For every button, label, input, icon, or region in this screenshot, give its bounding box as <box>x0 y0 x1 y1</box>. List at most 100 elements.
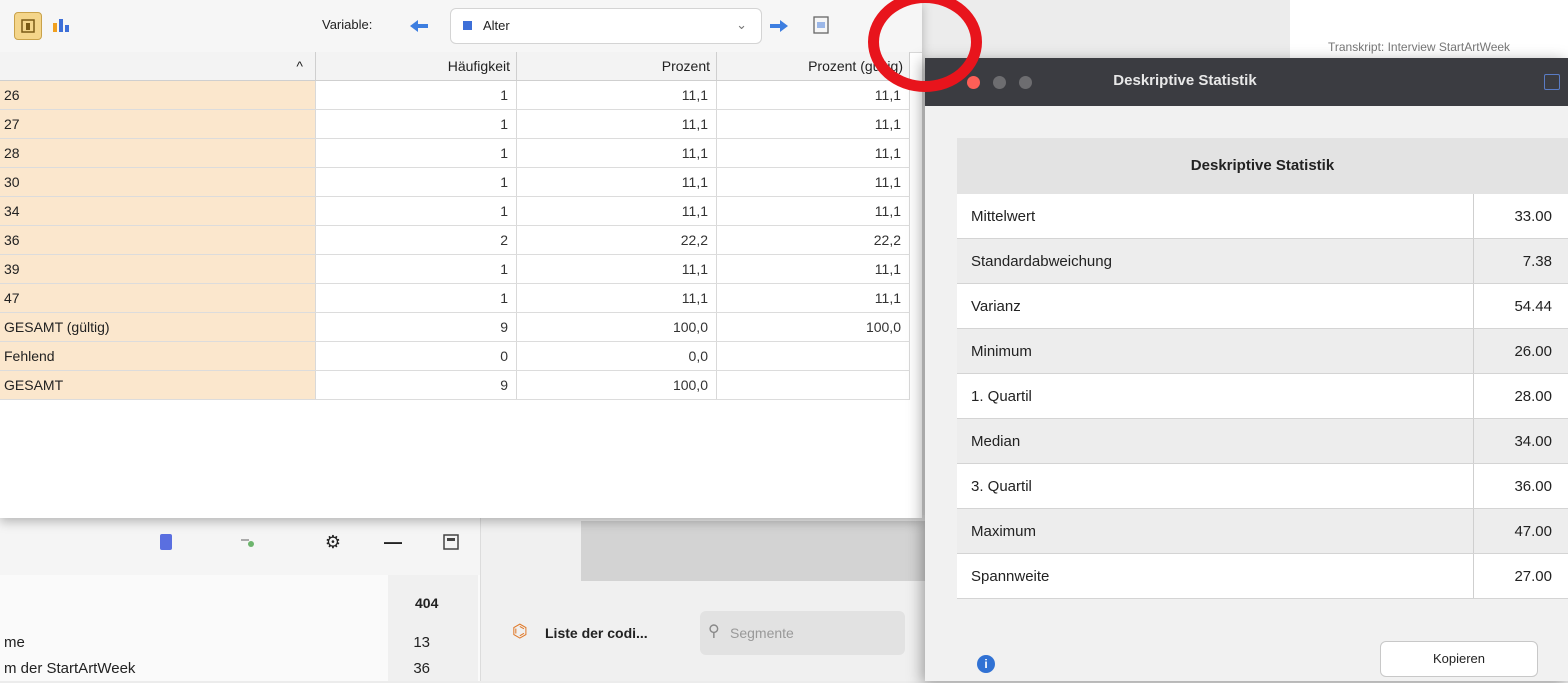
statistic-label: Varianz <box>957 284 1474 329</box>
list-item[interactable]: m der StartArtWeek 36 <box>0 655 480 683</box>
statistic-value: 33.00 <box>1474 194 1568 239</box>
background-transcript-window: Transkript: Interview StartArtWeek <box>1290 0 1568 60</box>
value-cell: 100,0 <box>717 313 910 342</box>
row-label-cell: 36 <box>0 226 316 255</box>
value-cell: 1 <box>316 197 517 226</box>
code-icon[interactable] <box>238 531 260 553</box>
frequency-table: ^ Häufigkeit Prozent Prozent (gültig) 26… <box>0 52 910 400</box>
window-icon[interactable] <box>440 531 462 553</box>
statistic-label: Minimum <box>957 329 1474 374</box>
variable-type-icon <box>463 21 472 30</box>
row-label-cell: 47 <box>0 284 316 313</box>
table-row[interactable]: GESAMT9100,0 <box>0 371 910 400</box>
value-cell: 1 <box>316 81 517 110</box>
value-cell: 11,1 <box>717 255 910 284</box>
value-cell: 11,1 <box>717 197 910 226</box>
value-cell: 11,1 <box>717 110 910 139</box>
list-item[interactable]: me 13 <box>0 629 480 657</box>
table-row[interactable]: 26111,111,1 <box>0 81 910 110</box>
statistics-table-title: Deskriptive Statistik <box>957 138 1568 194</box>
statistic-value: 34.00 <box>1474 419 1568 464</box>
statistic-value: 26.00 <box>1474 329 1568 374</box>
value-cell <box>717 342 910 371</box>
chevron-down-icon: ⌄ <box>736 17 747 33</box>
row-label-cell: 34 <box>0 197 316 226</box>
statistic-label: Standardabweichung <box>957 239 1474 284</box>
table-row[interactable]: 47111,111,1 <box>0 284 910 313</box>
value-cell: 0 <box>316 342 517 371</box>
column-header-haeufigkeit[interactable]: Häufigkeit <box>316 52 517 81</box>
value-cell: 22,2 <box>517 226 717 255</box>
statistic-value: 7.38 <box>1474 239 1568 284</box>
statistic-label: Mittelwert <box>957 194 1474 239</box>
value-cell: 22,2 <box>717 226 910 255</box>
table-header-row: ^ Häufigkeit Prozent Prozent (gültig) <box>0 52 910 81</box>
statistic-label: Spannweite <box>957 554 1474 599</box>
sort-column-header[interactable]: ^ <box>0 52 316 81</box>
minus-icon[interactable]: — <box>382 531 404 553</box>
background-gray-area <box>581 521 926 581</box>
frequency-table-window: Variable: Alter ⌄ ^ Häufigkeit Prozent P… <box>0 0 922 518</box>
value-cell: 100,0 <box>517 371 717 400</box>
segment-search-input[interactable]: ⚲ Segmente <box>700 611 905 655</box>
variable-select[interactable]: Alter ⌄ <box>450 8 762 44</box>
table-view-icon[interactable] <box>14 12 42 40</box>
value-cell: 11,1 <box>517 284 717 313</box>
statistic-value: 27.00 <box>1474 554 1568 599</box>
value-cell: 1 <box>316 139 517 168</box>
value-cell: 11,1 <box>517 197 717 226</box>
export-table-icon[interactable] <box>808 12 834 38</box>
column-header-prozent[interactable]: Prozent <box>517 52 717 81</box>
table-row[interactable]: 28111,111,1 <box>0 139 910 168</box>
table-row[interactable]: GESAMT (gültig)9100,0100,0 <box>0 313 910 342</box>
search-placeholder: Segmente <box>730 625 794 641</box>
table-row[interactable]: 34111,111,1 <box>0 197 910 226</box>
statistic-value: 36.00 <box>1474 464 1568 509</box>
gear-icon[interactable]: ⚙ <box>322 531 344 553</box>
value-cell: 11,1 <box>517 110 717 139</box>
table-row[interactable]: 36222,222,2 <box>0 226 910 255</box>
document-icon[interactable] <box>155 531 177 553</box>
table-row[interactable]: 30111,111,1 <box>0 168 910 197</box>
row-label-cell: Fehlend <box>0 342 316 371</box>
table-row[interactable]: Fehlend00,0 <box>0 342 910 371</box>
statistics-row: Minimum26.00 <box>957 329 1568 374</box>
copy-button[interactable]: Kopieren <box>1380 641 1538 677</box>
variable-label: Variable: <box>322 17 372 32</box>
statistic-value: 28.00 <box>1474 374 1568 419</box>
row-label-cell: 39 <box>0 255 316 284</box>
row-label-cell: 27 <box>0 110 316 139</box>
row-label-cell: 30 <box>0 168 316 197</box>
value-cell: 100,0 <box>517 313 717 342</box>
next-variable-arrow-icon[interactable] <box>766 13 792 39</box>
table-row[interactable]: 27111,111,1 <box>0 110 910 139</box>
value-cell: 1 <box>316 284 517 313</box>
value-cell: 11,1 <box>517 81 717 110</box>
previous-variable-arrow-icon[interactable] <box>406 13 432 39</box>
statistic-label: Maximum <box>957 509 1474 554</box>
statistics-row: Spannweite27.00 <box>957 554 1568 599</box>
chart-view-icon[interactable] <box>48 12 74 38</box>
statistics-row: Median34.00 <box>957 419 1568 464</box>
row-label-cell: GESAMT (gültig) <box>0 313 316 342</box>
background-window: ⚙ — 404 me 13 m der StartArtWeek 36 ⌬ Li… <box>0 515 925 681</box>
coded-segments-label[interactable]: Liste der codi... <box>545 625 648 641</box>
value-cell: 9 <box>316 371 517 400</box>
statistics-row: Maximum47.00 <box>957 509 1568 554</box>
search-icon: ⚲ <box>708 621 720 641</box>
value-cell: 1 <box>316 110 517 139</box>
statistic-value: 54.44 <box>1474 284 1568 329</box>
statistic-value: 47.00 <box>1474 509 1568 554</box>
value-cell: 11,1 <box>717 168 910 197</box>
export-icon[interactable] <box>1544 74 1560 90</box>
value-cell: 11,1 <box>717 284 910 313</box>
variable-select-value: Alter <box>483 18 510 33</box>
table-row[interactable]: 39111,111,1 <box>0 255 910 284</box>
statistics-row: Varianz54.44 <box>957 284 1568 329</box>
value-cell: 11,1 <box>717 139 910 168</box>
info-icon[interactable]: i <box>977 655 995 673</box>
row-label-cell: GESAMT <box>0 371 316 400</box>
value-cell: 2 <box>316 226 517 255</box>
value-cell: 11,1 <box>517 139 717 168</box>
value-cell: 1 <box>316 168 517 197</box>
